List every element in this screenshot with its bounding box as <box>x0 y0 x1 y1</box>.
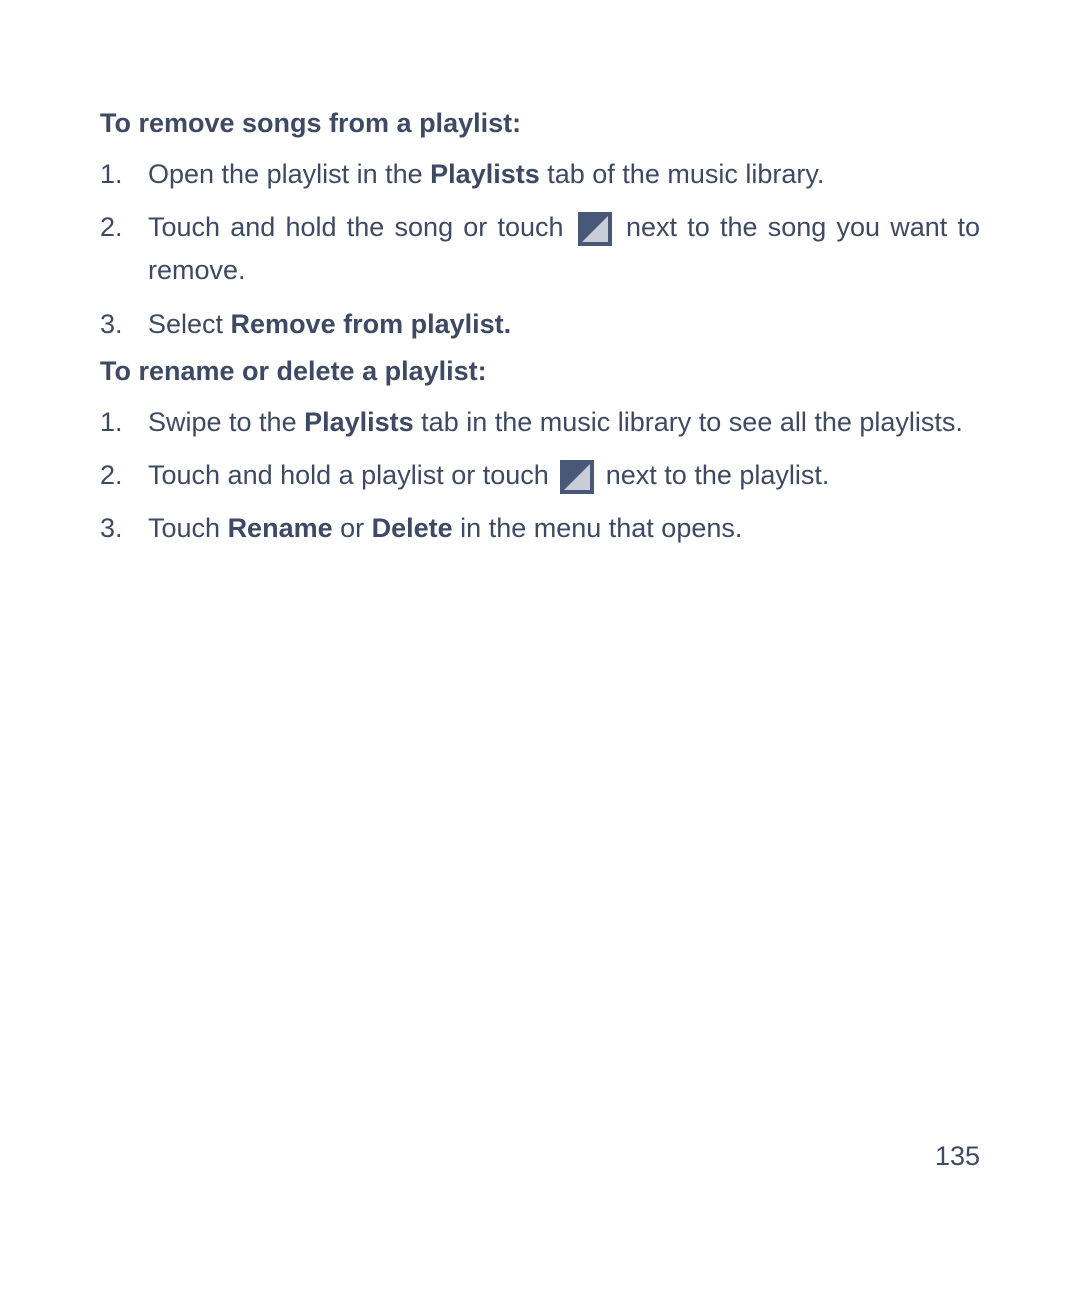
step-text: Touch and hold a playlist or touch <box>148 460 556 490</box>
menu-icon <box>578 212 612 246</box>
list-item: 3. Select Remove from playlist. <box>100 303 980 346</box>
page-number: 135 <box>935 1141 980 1172</box>
list-item: 2. Touch and hold a playlist or touch ne… <box>100 454 980 497</box>
step-number: 3. <box>100 507 123 550</box>
list-item: 1. Open the playlist in the Playlists ta… <box>100 153 980 196</box>
step-text: Touch <box>148 513 228 543</box>
heading-remove-songs: To remove songs from a playlist: <box>100 108 980 139</box>
menu-icon <box>560 460 594 494</box>
heading-rename-delete: To rename or delete a playlist: <box>100 356 980 387</box>
step-text: Open the playlist in the <box>148 159 430 189</box>
bold-text: Remove from playlist. <box>231 309 512 339</box>
steps-rename-delete: 1. Swipe to the Playlists tab in the mus… <box>100 401 980 551</box>
bold-text: Delete <box>372 513 453 543</box>
step-number: 2. <box>100 454 123 497</box>
steps-remove-songs: 1. Open the playlist in the Playlists ta… <box>100 153 980 346</box>
step-text: tab in the music library to see all the … <box>414 407 963 437</box>
list-item: 3. Touch Rename or Delete in the menu th… <box>100 507 980 550</box>
step-number: 3. <box>100 303 123 346</box>
step-text: in the menu that opens. <box>453 513 743 543</box>
bold-text: Rename <box>228 513 333 543</box>
step-text: or <box>333 513 372 543</box>
step-number: 1. <box>100 153 123 196</box>
bold-text: Playlists <box>304 407 414 437</box>
list-item: 1. Swipe to the Playlists tab in the mus… <box>100 401 980 444</box>
step-text: Touch and hold the song or touch <box>148 212 574 242</box>
list-item: 2. Touch and hold the song or touch next… <box>100 206 980 292</box>
step-text: Swipe to the <box>148 407 304 437</box>
bold-text: Playlists <box>430 159 540 189</box>
step-text: Select <box>148 309 231 339</box>
step-text: next to the playlist. <box>598 460 829 490</box>
document-page: To remove songs from a playlist: 1. Open… <box>0 0 1080 1304</box>
step-text: tab of the music library. <box>540 159 825 189</box>
step-number: 2. <box>100 206 123 249</box>
step-number: 1. <box>100 401 123 444</box>
